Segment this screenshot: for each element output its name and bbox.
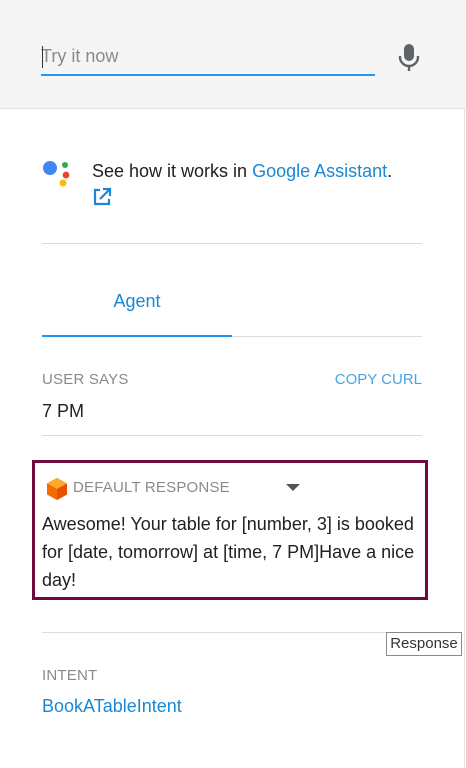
tab-bar-divider: [232, 336, 422, 337]
google-assistant-link[interactable]: Google Assistant: [252, 161, 387, 181]
assistant-promo-text: See how it works in: [92, 161, 253, 181]
assistant-promo-suffix: .: [387, 161, 393, 181]
section-divider: [42, 632, 422, 633]
assistant-promo: See how it works in Google Assistant.: [92, 160, 422, 182]
intent-label: INTENT: [42, 667, 98, 684]
default-response-label: DEFAULT RESPONSE: [73, 479, 230, 496]
try-it-now-input[interactable]: [41, 38, 375, 76]
tab-active-indicator: [42, 335, 232, 337]
response-tooltip: Response: [386, 632, 462, 656]
section-divider: [42, 435, 422, 436]
text-cursor: [42, 46, 43, 68]
intent-link[interactable]: BookATableIntent: [42, 696, 182, 717]
user-says-value: 7 PM: [42, 401, 85, 421]
dialogflow-icon: [47, 478, 67, 500]
user-says-label: USER SAYS: [42, 371, 129, 388]
external-link-icon[interactable]: [92, 187, 112, 207]
tab-agent[interactable]: Agent: [42, 280, 232, 336]
default-response-text: Awesome! Your table for [number, 3] is b…: [42, 514, 415, 590]
section-divider: [42, 243, 422, 244]
google-assistant-logo: [43, 161, 70, 187]
copy-curl-button[interactable]: COPY CURL: [335, 371, 422, 388]
microphone-icon[interactable]: [398, 43, 420, 73]
chevron-down-icon[interactable]: [286, 484, 300, 491]
